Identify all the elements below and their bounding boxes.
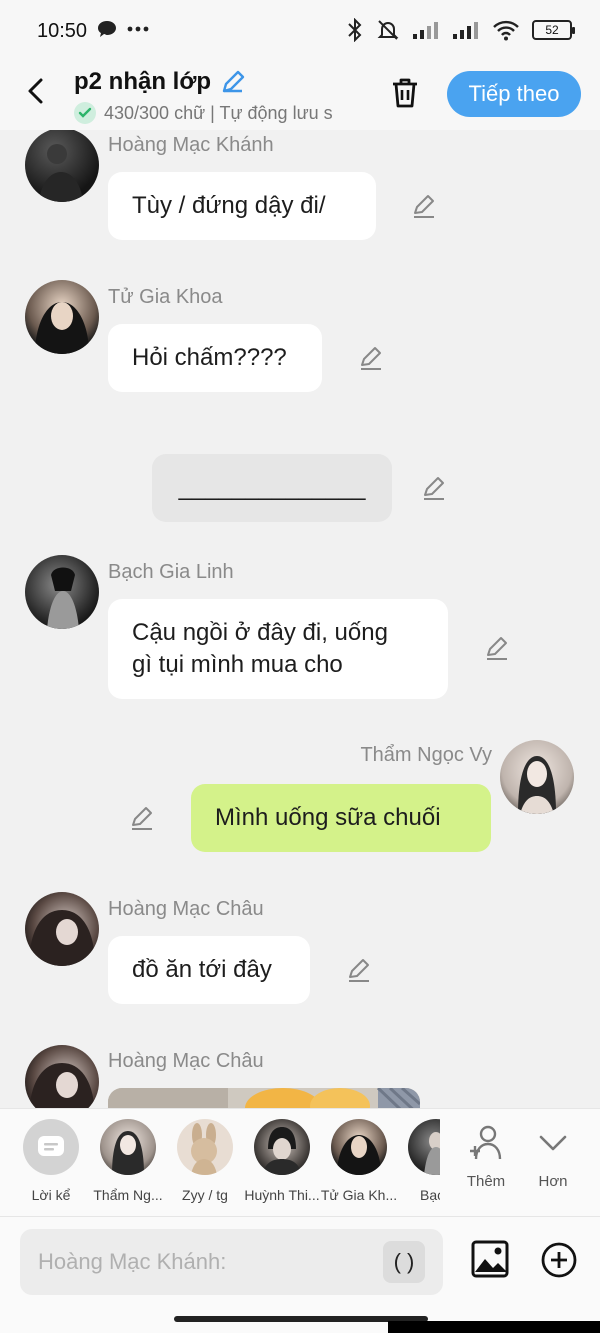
save-status-text: 430/300 chữ | Tự động lưu s (104, 102, 333, 123)
check-icon (74, 102, 96, 124)
avatar[interactable] (25, 555, 99, 629)
avatar (408, 1119, 440, 1175)
character-name: Zyy / tg (182, 1187, 228, 1203)
bell-muted-icon (377, 20, 399, 40)
editor-header: p2 nhận lớp 430/300 chữ | Tự động lưu s … (0, 60, 600, 130)
avatar[interactable] (25, 130, 99, 202)
message-bubble[interactable]: Tùy / đứng dậy đi/ (108, 172, 376, 240)
signal-icon (413, 22, 438, 39)
more-button[interactable]: Hơn (523, 1123, 583, 1190)
character-item[interactable]: Bạch (397, 1119, 440, 1203)
message-bubble-icon (98, 21, 116, 37)
character-list[interactable]: Lời kể Thẩm Ng... Zyy / tg Huỳnh Thi... … (0, 1109, 440, 1217)
story-title-text: p2 nhận lớp (74, 68, 212, 95)
trash-icon[interactable] (386, 74, 424, 112)
my-message-bubble[interactable]: Mình uống sữa chuối (191, 784, 491, 852)
avatar (177, 1119, 233, 1175)
bluetooth-icon (348, 18, 362, 42)
avatar (100, 1119, 156, 1175)
avatar[interactable] (25, 892, 99, 966)
narration-icon (23, 1119, 79, 1175)
narration-bubble[interactable]: ______________ (152, 454, 392, 522)
message-bubble[interactable]: Hỏi chấm???? (108, 324, 322, 392)
sender-name: Tử Gia Khoa (108, 286, 223, 308)
edit-pencil-icon[interactable] (346, 957, 372, 983)
character-name: Bạch (420, 1187, 440, 1203)
message-text-line: Cậu ngồi ở đây đi, uống (132, 619, 388, 646)
edit-pencil-icon[interactable] (421, 475, 447, 501)
avatar[interactable] (25, 1045, 99, 1108)
avatar (254, 1119, 310, 1175)
more-dots-icon (127, 26, 149, 32)
battery-indicator: 52 (532, 20, 575, 40)
character-item[interactable]: Thẩm Ng... (89, 1119, 167, 1203)
character-item[interactable]: Tử Gia Kh... (320, 1119, 398, 1203)
chat-area[interactable]: Hoàng Mạc Khánh Tùy / đứng dậy đi/ Tử Gi… (0, 130, 600, 1108)
character-name: Huỳnh Thi... (244, 1187, 320, 1203)
avatar (331, 1119, 387, 1175)
character-name: Tử Gia Kh... (320, 1187, 398, 1203)
chevron-down-icon (539, 1135, 567, 1151)
character-bar: Lời kể Thẩm Ng... Zyy / tg Huỳnh Thi... … (0, 1108, 600, 1216)
image-message[interactable] (108, 1088, 420, 1108)
character-item[interactable]: Zyy / tg (166, 1119, 244, 1203)
screen-edge (388, 1321, 600, 1333)
parenthesis-button[interactable]: ( ) (383, 1241, 425, 1283)
edit-pencil-icon[interactable] (129, 805, 155, 831)
character-item[interactable]: Huỳnh Thi... (243, 1119, 321, 1203)
status-right-icons: 52 (346, 18, 575, 42)
back-arrow-icon[interactable] (20, 74, 54, 108)
image-icon[interactable] (470, 1239, 510, 1279)
avatar[interactable] (500, 740, 574, 814)
input-bar: Hoàng Mạc Khánh: ( ) (0, 1216, 600, 1306)
add-character-label: Thêm (466, 1173, 506, 1190)
story-title[interactable]: p2 nhận lớp (74, 68, 247, 96)
avatar[interactable] (25, 280, 99, 354)
edit-pencil-icon[interactable] (411, 193, 437, 219)
add-character-button[interactable]: Thêm (456, 1123, 516, 1190)
character-narrator[interactable]: Lời kể (12, 1119, 90, 1203)
save-status: 430/300 chữ | Tự động lưu s (74, 102, 364, 124)
sender-name: Thẩm Ngọc Vy (360, 744, 492, 766)
signal-icon-2 (453, 22, 478, 39)
wifi-icon (493, 20, 519, 41)
message-bubble[interactable]: đồ ăn tới đây (108, 936, 310, 1004)
status-time: 10:50 (37, 20, 88, 42)
status-left-icons (97, 20, 149, 38)
add-circle-icon[interactable] (540, 1241, 578, 1279)
message-text-line: gì tụi mình mua cho (132, 651, 343, 678)
message-bubble[interactable]: Cậu ngồi ở đây đi, uống gì tụi mình mua … (108, 599, 448, 699)
status-bar: 10:50 52 (0, 0, 600, 60)
sender-name: Hoàng Mạc Khánh (108, 134, 274, 156)
input-placeholder: Hoàng Mạc Khánh: (38, 1249, 227, 1274)
sender-name: Hoàng Mạc Châu (108, 1050, 264, 1072)
character-name: Lời kể (31, 1187, 71, 1203)
add-person-icon (470, 1125, 502, 1160)
character-name: Thẩm Ng... (93, 1187, 163, 1203)
sender-name: Hoàng Mạc Châu (108, 898, 264, 920)
message-input[interactable]: Hoàng Mạc Khánh: ( ) (20, 1229, 443, 1295)
edit-pencil-icon[interactable] (484, 635, 510, 661)
sender-name: Bạch Gia Linh (108, 561, 234, 583)
edit-pencil-icon[interactable] (358, 345, 384, 371)
pencil-icon[interactable] (219, 68, 247, 96)
more-label: Hơn (538, 1173, 568, 1190)
next-button[interactable]: Tiếp theo (447, 71, 581, 117)
